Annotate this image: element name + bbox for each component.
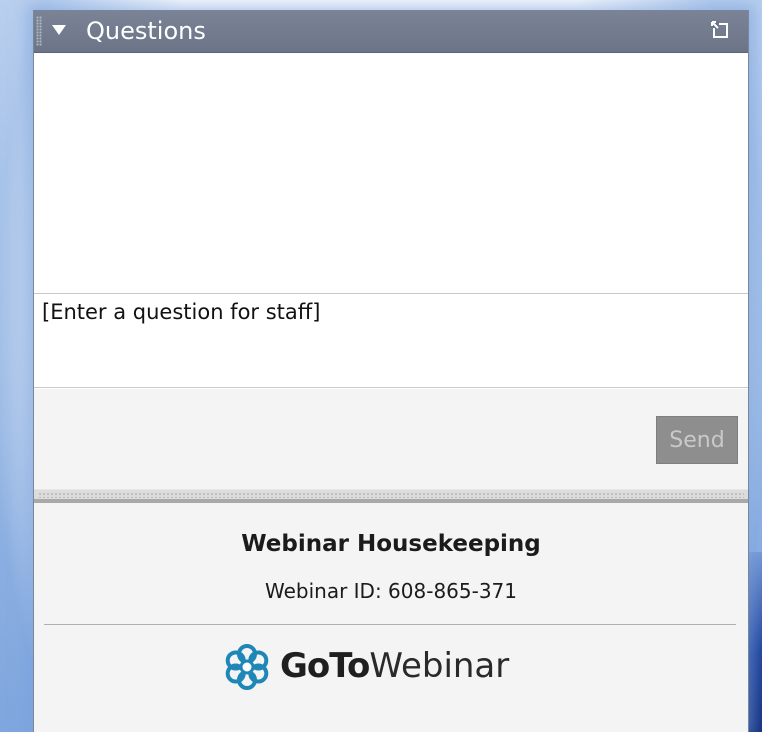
panel-title: Questions [86, 17, 206, 45]
gotowebinar-flower-icon [225, 644, 269, 690]
panel-splitter[interactable] [34, 489, 748, 504]
question-input[interactable] [34, 294, 748, 388]
webinar-id: Webinar ID: 608-865-371 [264, 579, 518, 603]
splitter-grip [38, 492, 744, 498]
logo-wordmark: GoToWebinar [280, 644, 509, 688]
popout-window-icon[interactable] [710, 20, 730, 40]
drag-grip-icon[interactable] [36, 16, 42, 46]
send-button[interactable]: Send [656, 416, 738, 464]
panel-titlebar[interactable]: Questions [34, 10, 748, 53]
collapse-triangle-icon[interactable] [52, 25, 66, 35]
housekeeping-section: Webinar Housekeeping Webinar ID: 608-865… [34, 503, 748, 732]
send-row: Send [34, 389, 748, 489]
housekeeping-title: Webinar Housekeeping [241, 531, 541, 557]
questions-log[interactable] [34, 53, 748, 294]
logo-light-text: Webinar [369, 646, 510, 686]
questions-panel: Questions Send Webinar Housekeeping Webi… [33, 10, 749, 732]
gotowebinar-logo: GoToWebinar [224, 642, 554, 692]
logo-bold-text: GoTo [280, 646, 370, 686]
divider [44, 624, 736, 625]
